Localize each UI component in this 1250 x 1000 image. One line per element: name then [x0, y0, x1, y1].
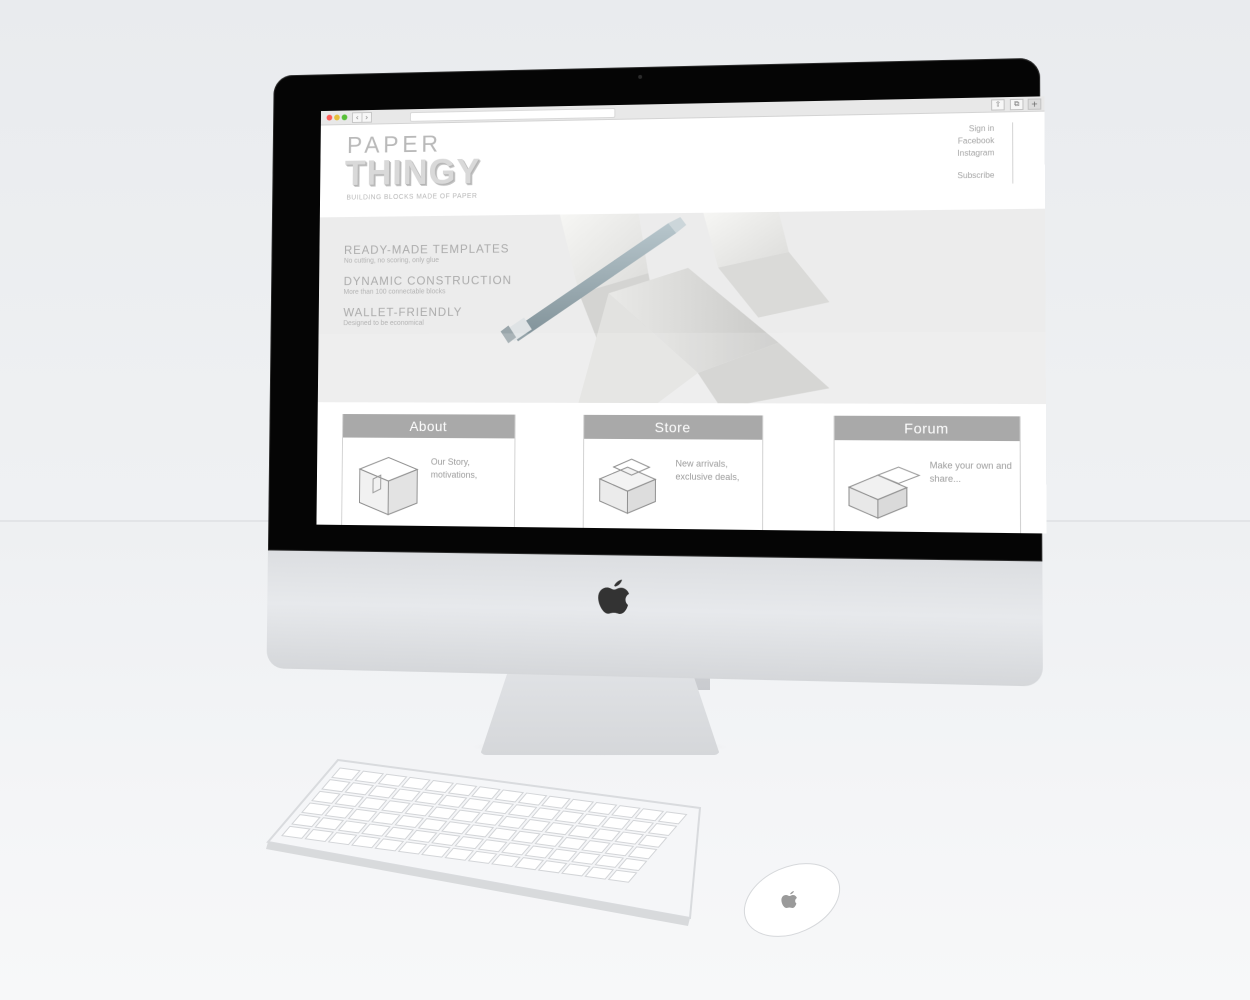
subscribe-link[interactable]: Subscribe [957, 170, 994, 183]
feature-title: READY-MADE TEMPLATES [343, 241, 510, 257]
store-card-heading[interactable]: Store [584, 414, 763, 440]
paper-block-icon [843, 452, 926, 524]
site-header: PAPER THINGY BUILDING BLOCKS MADE OF PAP… [319, 111, 1045, 218]
imac-monitor: ‹ › ⇪ ⧉ + PAPER THINGY BUILDING BLOCKS M… [243, 53, 1047, 692]
card-body: Our Story, motivations, [342, 438, 514, 527]
browser-window: ‹ › ⇪ ⧉ + PAPER THINGY BUILDING BLOCKS M… [316, 96, 1047, 534]
facebook-link[interactable]: Facebook [957, 135, 995, 148]
store-card[interactable]: Store New arrivals, exclusive deals, [582, 414, 764, 531]
site-tagline: BUILDING BLOCKS MADE OF PAPER [346, 192, 478, 202]
card-description: New arrivals, exclusive deals, [675, 458, 740, 483]
feature-construction: DYNAMIC CONSTRUCTION More than 100 conne… [343, 273, 513, 297]
card-body: New arrivals, exclusive deals, [584, 439, 763, 530]
new-tab-button[interactable]: + [1027, 98, 1042, 110]
desk-scene: ‹ › ⇪ ⧉ + PAPER THINGY BUILDING BLOCKS M… [0, 0, 1250, 1000]
hero-banner: READY-MADE TEMPLATES No cutting, no scor… [317, 208, 1046, 405]
share-button[interactable]: ⇪ [991, 99, 1005, 111]
feature-wallet: WALLET-FRIENDLY Designed to be economica… [343, 304, 463, 328]
forward-button[interactable]: › [361, 111, 372, 123]
about-card[interactable]: About Our Story, motivations, [341, 414, 516, 528]
monitor-bezel: ‹ › ⇪ ⧉ + PAPER THINGY BUILDING BLOCKS M… [267, 57, 1047, 562]
header-divider [1012, 122, 1014, 184]
feature-subtitle: No cutting, no scoring, only glue [343, 257, 439, 265]
logo-word-thingy[interactable]: THINGY [345, 151, 481, 193]
forum-card-heading[interactable]: Forum [834, 415, 1020, 442]
card-body: Make your own and share... [835, 440, 1020, 533]
section-cards: About Our Story, motivations, Store New … [316, 402, 1047, 534]
feature-title: WALLET-FRIENDLY [343, 304, 463, 320]
feature-subtitle: More than 100 connectable blocks [343, 288, 446, 296]
tab-overview-button[interactable]: ⧉ [1009, 98, 1024, 111]
sign-in-link[interactable]: Sign in [957, 123, 995, 136]
minimize-window-button[interactable] [334, 114, 340, 121]
forum-card[interactable]: Forum Make your own and share... [833, 415, 1022, 534]
instagram-link[interactable]: Instagram [957, 147, 994, 160]
feature-subtitle: Designed to be economical [343, 319, 424, 328]
about-card-heading[interactable]: About [343, 414, 515, 439]
apple-logo-icon [598, 579, 630, 615]
feature-templates: READY-MADE TEMPLATES No cutting, no scor… [343, 241, 510, 266]
feature-title: DYNAMIC CONSTRUCTION [343, 273, 513, 289]
card-description: Our Story, motivations, [430, 456, 478, 480]
monitor-chin [266, 550, 1043, 687]
card-description: Make your own and share... [929, 460, 1012, 485]
close-window-button[interactable] [326, 114, 333, 121]
header-links: Sign in Facebook Instagram Subscribe [957, 123, 994, 183]
paper-block-icon [350, 449, 427, 519]
paper-block-icon [592, 451, 672, 522]
zoom-window-button[interactable] [341, 114, 348, 121]
camera-icon [638, 74, 643, 79]
magic-mouse[interactable] [742, 858, 846, 942]
